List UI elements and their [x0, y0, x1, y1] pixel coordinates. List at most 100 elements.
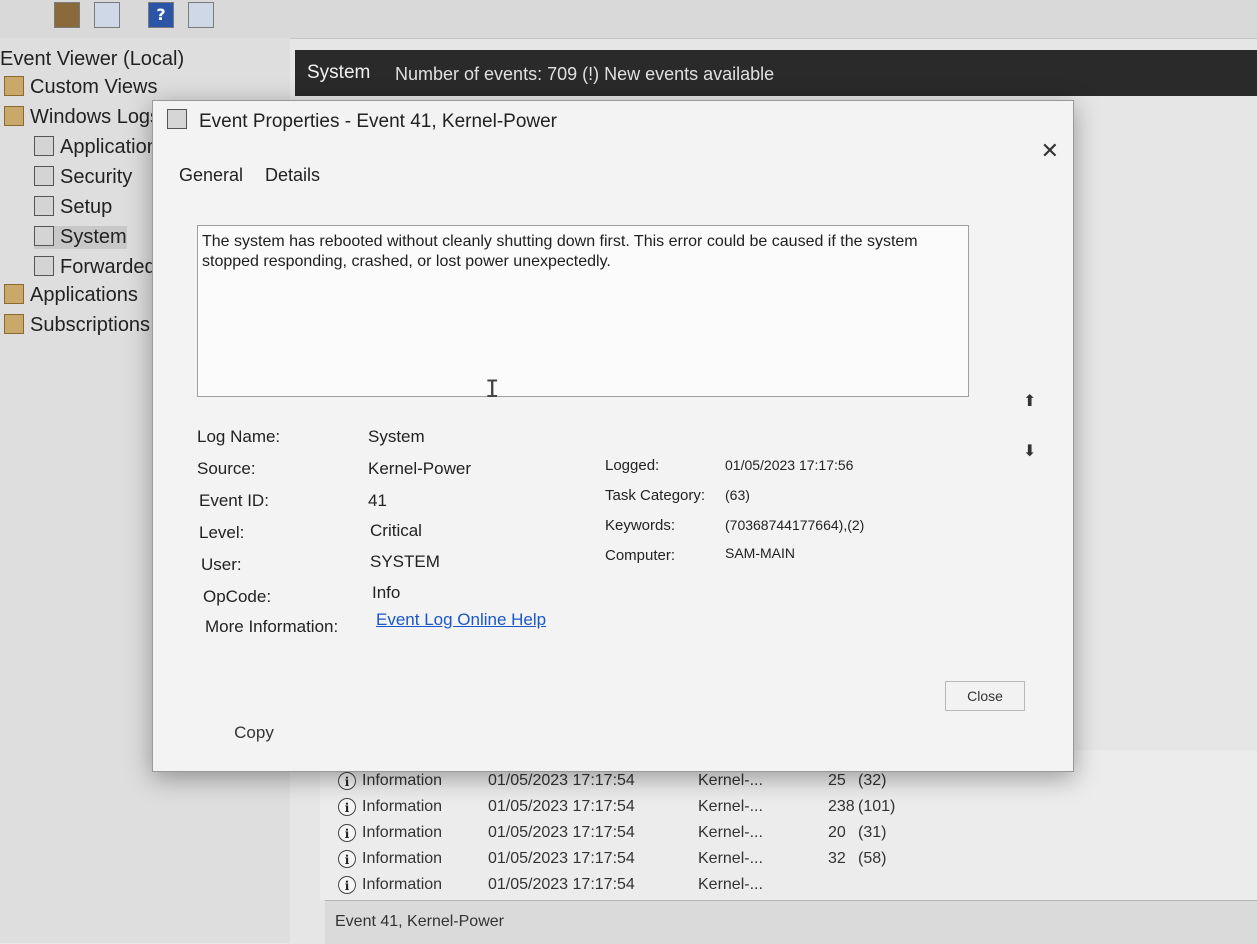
source-label: Source: — [197, 459, 256, 478]
event-source: Kernel-... — [698, 824, 763, 841]
status-bar: Event 41, Kernel-Power — [325, 900, 1257, 944]
computer-label: Computer: — [605, 547, 676, 564]
level-label: Level: — [199, 523, 245, 542]
event-source: Kernel-... — [698, 772, 763, 789]
task-category-value: (63) — [725, 487, 750, 503]
logged-value: 01/05/2023 17:17:56 — [725, 457, 854, 473]
log-header-bar: System Number of events: 709 (!) New eve… — [295, 50, 1257, 96]
status-text: Event 41, Kernel-Power — [335, 913, 504, 930]
opcode-label: OpCode: — [203, 587, 272, 606]
text-cursor-icon: I — [485, 375, 500, 403]
log-name-value: System — [368, 427, 425, 446]
event-log-icon — [167, 109, 187, 129]
arrow-down-icon[interactable]: ⬇ — [1023, 441, 1036, 460]
tab-details[interactable]: Details — [265, 165, 320, 186]
event-date: 01/05/2023 17:17:54 — [488, 798, 635, 815]
event-source: Kernel-... — [698, 798, 763, 815]
event-list: 27(33)iInformation01/05/2023 17:17:54Ker… — [320, 748, 1257, 900]
event-source: Kernel-... — [698, 850, 763, 867]
log-icon — [34, 196, 54, 216]
event-id: 25 — [828, 772, 846, 789]
tree-item-label: Windows Logs — [30, 106, 161, 128]
arrow-up-icon[interactable]: ⬆ — [1023, 391, 1036, 410]
tree-item-custom-views[interactable]: Custom Views — [4, 76, 157, 99]
information-icon: i — [338, 876, 356, 894]
dialog-title: Event Properties - Event 41, Kernel-Powe… — [199, 111, 558, 132]
log-title: System — [307, 62, 371, 83]
event-level: Information — [362, 798, 443, 815]
tree-item-label: Custom Views — [30, 76, 158, 98]
folder-icon — [4, 284, 24, 304]
information-icon: i — [338, 850, 356, 868]
event-id-label: Event ID: — [199, 491, 269, 510]
close-icon[interactable]: ✕ — [1041, 139, 1059, 164]
user-label: User: — [201, 555, 242, 574]
event-row[interactable]: i Information 01/05/2023 17:17:54 Kernel-..… — [328, 794, 1228, 820]
event-count: Number of events: 709 (!) New events ava… — [395, 64, 775, 84]
event-level: Information — [362, 876, 443, 893]
event-row[interactable]: i Information 01/05/2023 17:17:54 Kernel-..… — [328, 846, 1228, 872]
action-pane-icon[interactable] — [188, 2, 214, 28]
user-value: SYSTEM — [370, 552, 440, 571]
tree-item-label: System — [60, 226, 127, 248]
event-id-value: 41 — [368, 491, 387, 510]
keywords-value: (70368744177664),(2) — [725, 517, 865, 533]
event-date: 01/05/2023 17:17:54 — [488, 824, 635, 841]
event-id: 32 — [828, 850, 846, 867]
level-value: Critical — [370, 521, 422, 540]
tree-item-label: Subscriptions — [30, 314, 151, 336]
event-task: (31) — [858, 824, 887, 841]
event-source: Kernel-... — [698, 876, 763, 893]
keywords-label: Keywords: — [605, 517, 676, 534]
folder-icon — [4, 106, 24, 126]
event-row[interactable]: i Information 01/05/2023 17:17:54 Kernel-..… — [328, 872, 1228, 898]
task-category-label: Task Category: — [605, 487, 706, 504]
tree-item-application[interactable]: Application — [34, 136, 158, 159]
event-level: Information — [362, 772, 443, 789]
tree-item-security[interactable]: Security — [34, 166, 132, 189]
tree-item-label: Event Viewer (Local) — [0, 48, 185, 70]
tree-item-windows-logs[interactable]: Windows Logs — [4, 106, 160, 129]
log-name-label: Log Name: — [197, 427, 281, 446]
log-icon — [34, 166, 54, 186]
action-icon[interactable] — [54, 2, 80, 28]
tree-item-label: Setup — [60, 196, 113, 218]
event-id: 20 — [828, 824, 846, 841]
log-icon — [34, 226, 54, 246]
tree-item-applications-services[interactable]: Applications — [4, 284, 138, 307]
tree-item-label: Security — [60, 166, 133, 188]
event-task: (101) — [858, 798, 896, 815]
event-task: (58) — [858, 850, 887, 867]
event-task: (32) — [858, 772, 887, 789]
tree-item-label: Application — [60, 136, 158, 158]
event-row[interactable]: i Information 01/05/2023 17:17:54 Kernel-..… — [328, 820, 1228, 846]
tree-item-setup[interactable]: Setup — [34, 196, 112, 219]
tree-item-label: Applications — [30, 284, 138, 306]
information-icon: i — [338, 824, 356, 842]
more-info-label: More Information: — [205, 617, 339, 636]
event-id: 238 — [828, 798, 855, 815]
help-icon[interactable]: ? — [148, 2, 174, 28]
copy-button[interactable]: Copy — [209, 717, 299, 749]
event-level: Information — [362, 850, 443, 867]
description-textbox[interactable]: The system has rebooted without cleanly … — [197, 225, 969, 397]
folder-icon — [4, 314, 24, 334]
tree-item-event-viewer[interactable]: Event Viewer (Local) — [0, 48, 184, 71]
tab-general[interactable]: General — [179, 165, 243, 186]
tree-item-system[interactable]: System — [34, 226, 127, 249]
tree-item-subscriptions[interactable]: Subscriptions — [4, 314, 150, 337]
event-date: 01/05/2023 17:17:54 — [488, 876, 635, 893]
logged-label: Logged: — [605, 457, 660, 474]
information-icon: i — [338, 772, 356, 790]
folder-icon — [4, 76, 24, 96]
event-date: 01/05/2023 17:17:54 — [488, 772, 635, 789]
console-tree-icon[interactable] — [94, 2, 120, 28]
event-level: Information — [362, 824, 443, 841]
information-icon: i — [338, 798, 356, 816]
log-icon — [34, 136, 54, 156]
event-date: 01/05/2023 17:17:54 — [488, 850, 635, 867]
event-log-online-help-link[interactable]: Event Log Online Help — [376, 610, 546, 630]
close-button[interactable]: Close — [945, 681, 1025, 711]
computer-value: SAM-MAIN — [725, 545, 795, 561]
event-properties-dialog: Event Properties - Event 41, Kernel-Powe… — [152, 100, 1074, 772]
